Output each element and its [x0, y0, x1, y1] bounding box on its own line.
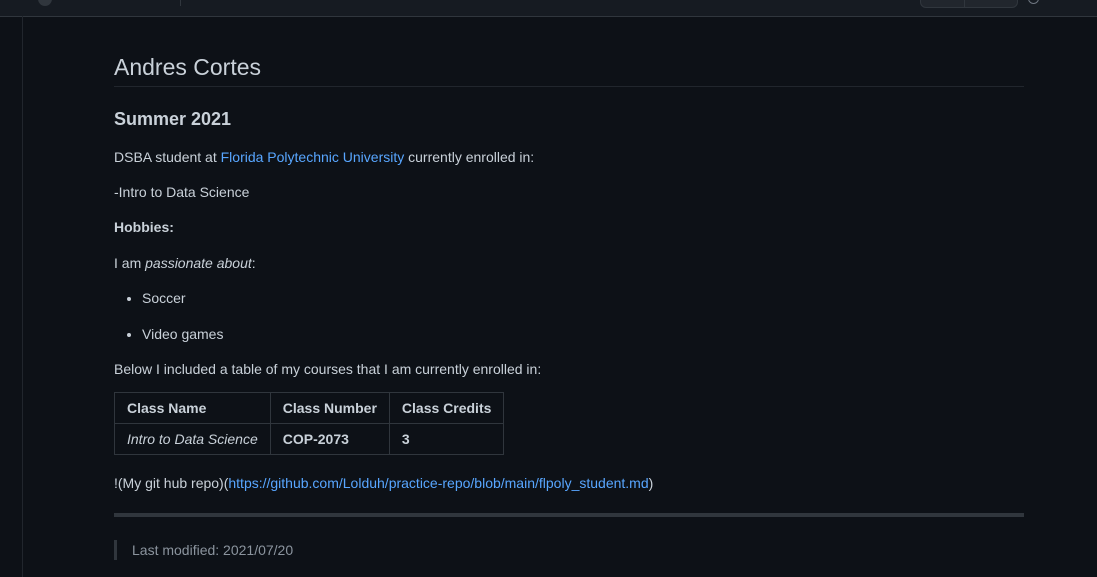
passion-emphasis: passionate about	[145, 255, 252, 271]
top-bar	[0, 0, 1097, 17]
button-group-divider	[964, 0, 965, 7]
breadcrumb-divider	[180, 0, 181, 6]
hobbies-label: Hobbies:	[114, 219, 174, 235]
last-modified-quote: Last modified: 2021/07/20	[114, 540, 293, 560]
readme-content: Andres Cortes Summer 2021 DSBA student a…	[114, 52, 1024, 560]
table-cell: Intro to Data Science	[114, 423, 271, 455]
repo-suffix: )	[648, 475, 654, 491]
table-intro: Below I included a table of my courses t…	[114, 361, 542, 377]
passion-prefix: I am	[114, 255, 146, 271]
section-heading: Summer 2021	[114, 109, 232, 129]
list-item: Soccer	[142, 288, 223, 308]
course-line: -Intro to Data Science	[114, 184, 250, 200]
intro-prefix: DSBA student at	[114, 149, 221, 165]
passion-suffix: :	[251, 255, 256, 271]
table-row: Intro to Data Science COP-2073 3	[114, 423, 505, 455]
courses-table: Class Name Class Number Class Credits In…	[114, 392, 505, 455]
user-avatar-icon[interactable]	[38, 0, 52, 6]
list-item: Video games	[142, 324, 223, 344]
passion-paragraph: I am passionate about:	[114, 253, 256, 273]
intro-paragraph: DSBA student at Florida Polytechnic Univ…	[114, 147, 534, 167]
intro-suffix: currently enrolled in:	[404, 149, 535, 165]
repo-prefix: !(My git hub repo)(	[114, 475, 229, 491]
page-title: Andres Cortes	[114, 52, 1024, 87]
column-header: Class Name	[114, 392, 271, 424]
table-cell: 3	[388, 423, 505, 455]
table-cell: COP-2073	[269, 423, 390, 455]
university-link[interactable]: Florida Polytechnic University	[221, 149, 405, 165]
repo-paragraph: !(My git hub repo)(https://github.com/Lo…	[114, 473, 653, 493]
header-button-group[interactable]	[920, 0, 1018, 8]
notification-icon[interactable]	[1028, 0, 1039, 4]
horizontal-rule	[114, 513, 1024, 517]
table-header-row: Class Name Class Number Class Credits	[114, 392, 505, 424]
sidebar-border	[22, 16, 23, 577]
repo-link[interactable]: https://github.com/Lolduh/practice-repo/…	[228, 475, 648, 491]
column-header: Class Number	[269, 392, 390, 424]
column-header: Class Credits	[388, 392, 505, 424]
hobbies-list: Soccer Video games	[114, 288, 223, 344]
